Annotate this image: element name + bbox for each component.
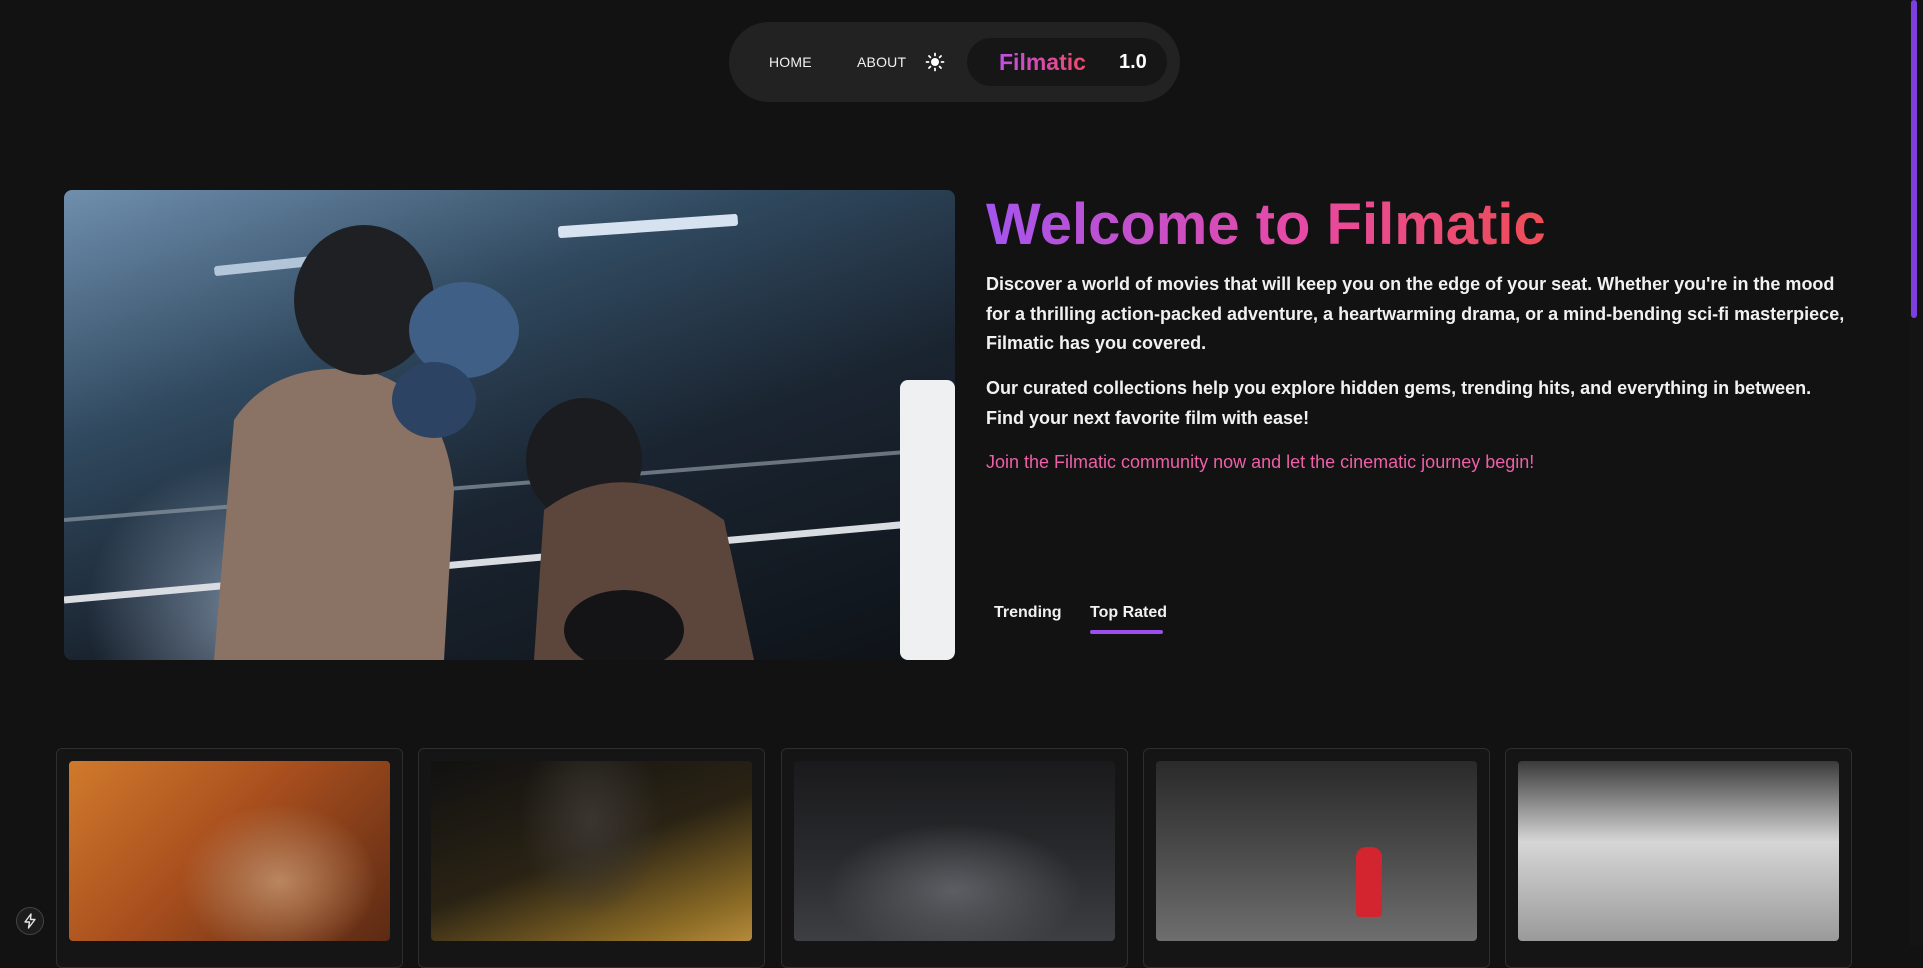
hero-collections-text: Our curated collections help you explore… — [986, 378, 1812, 428]
movie-card[interactable] — [1505, 748, 1852, 968]
red-coat-figure — [1356, 847, 1382, 917]
movie-poster — [69, 761, 390, 941]
movie-card[interactable] — [781, 748, 1128, 968]
movie-card[interactable] — [56, 748, 403, 968]
brand-version: 1.0 — [1119, 50, 1147, 73]
movie-card[interactable] — [1143, 748, 1490, 968]
hero-image — [64, 190, 955, 660]
sun-icon[interactable] — [925, 52, 945, 72]
dev-tools-button[interactable] — [16, 907, 44, 935]
lightning-icon — [24, 913, 36, 929]
movie-poster — [794, 761, 1115, 941]
scrollbar-thumb[interactable] — [1911, 0, 1917, 318]
hero-call-to-action[interactable]: Join the Filmatic community now and let … — [986, 448, 1534, 477]
brand-name: Filmatic — [999, 48, 1086, 75]
movie-poster — [431, 761, 752, 941]
top-nav: HOME ABOUT Filmatic 1.0 — [729, 22, 1180, 102]
movie-poster — [1156, 761, 1477, 941]
hero-description: Discover a world of movies that will kee… — [986, 274, 1845, 353]
hero-title: Welcome to Filmatic — [986, 190, 1546, 260]
active-tab-indicator — [1090, 630, 1163, 634]
movie-card[interactable] — [418, 748, 765, 968]
movie-poster — [1518, 761, 1839, 941]
tab-trending[interactable]: Trending — [994, 604, 1062, 622]
nav-about-link[interactable]: ABOUT — [857, 22, 906, 102]
boxing-scene-illustration — [64, 213, 955, 660]
nav-home-link[interactable]: HOME — [769, 22, 812, 102]
brand-badge[interactable]: Filmatic 1.0 — [967, 38, 1167, 86]
tab-top-rated[interactable]: Top Rated — [1090, 604, 1167, 622]
